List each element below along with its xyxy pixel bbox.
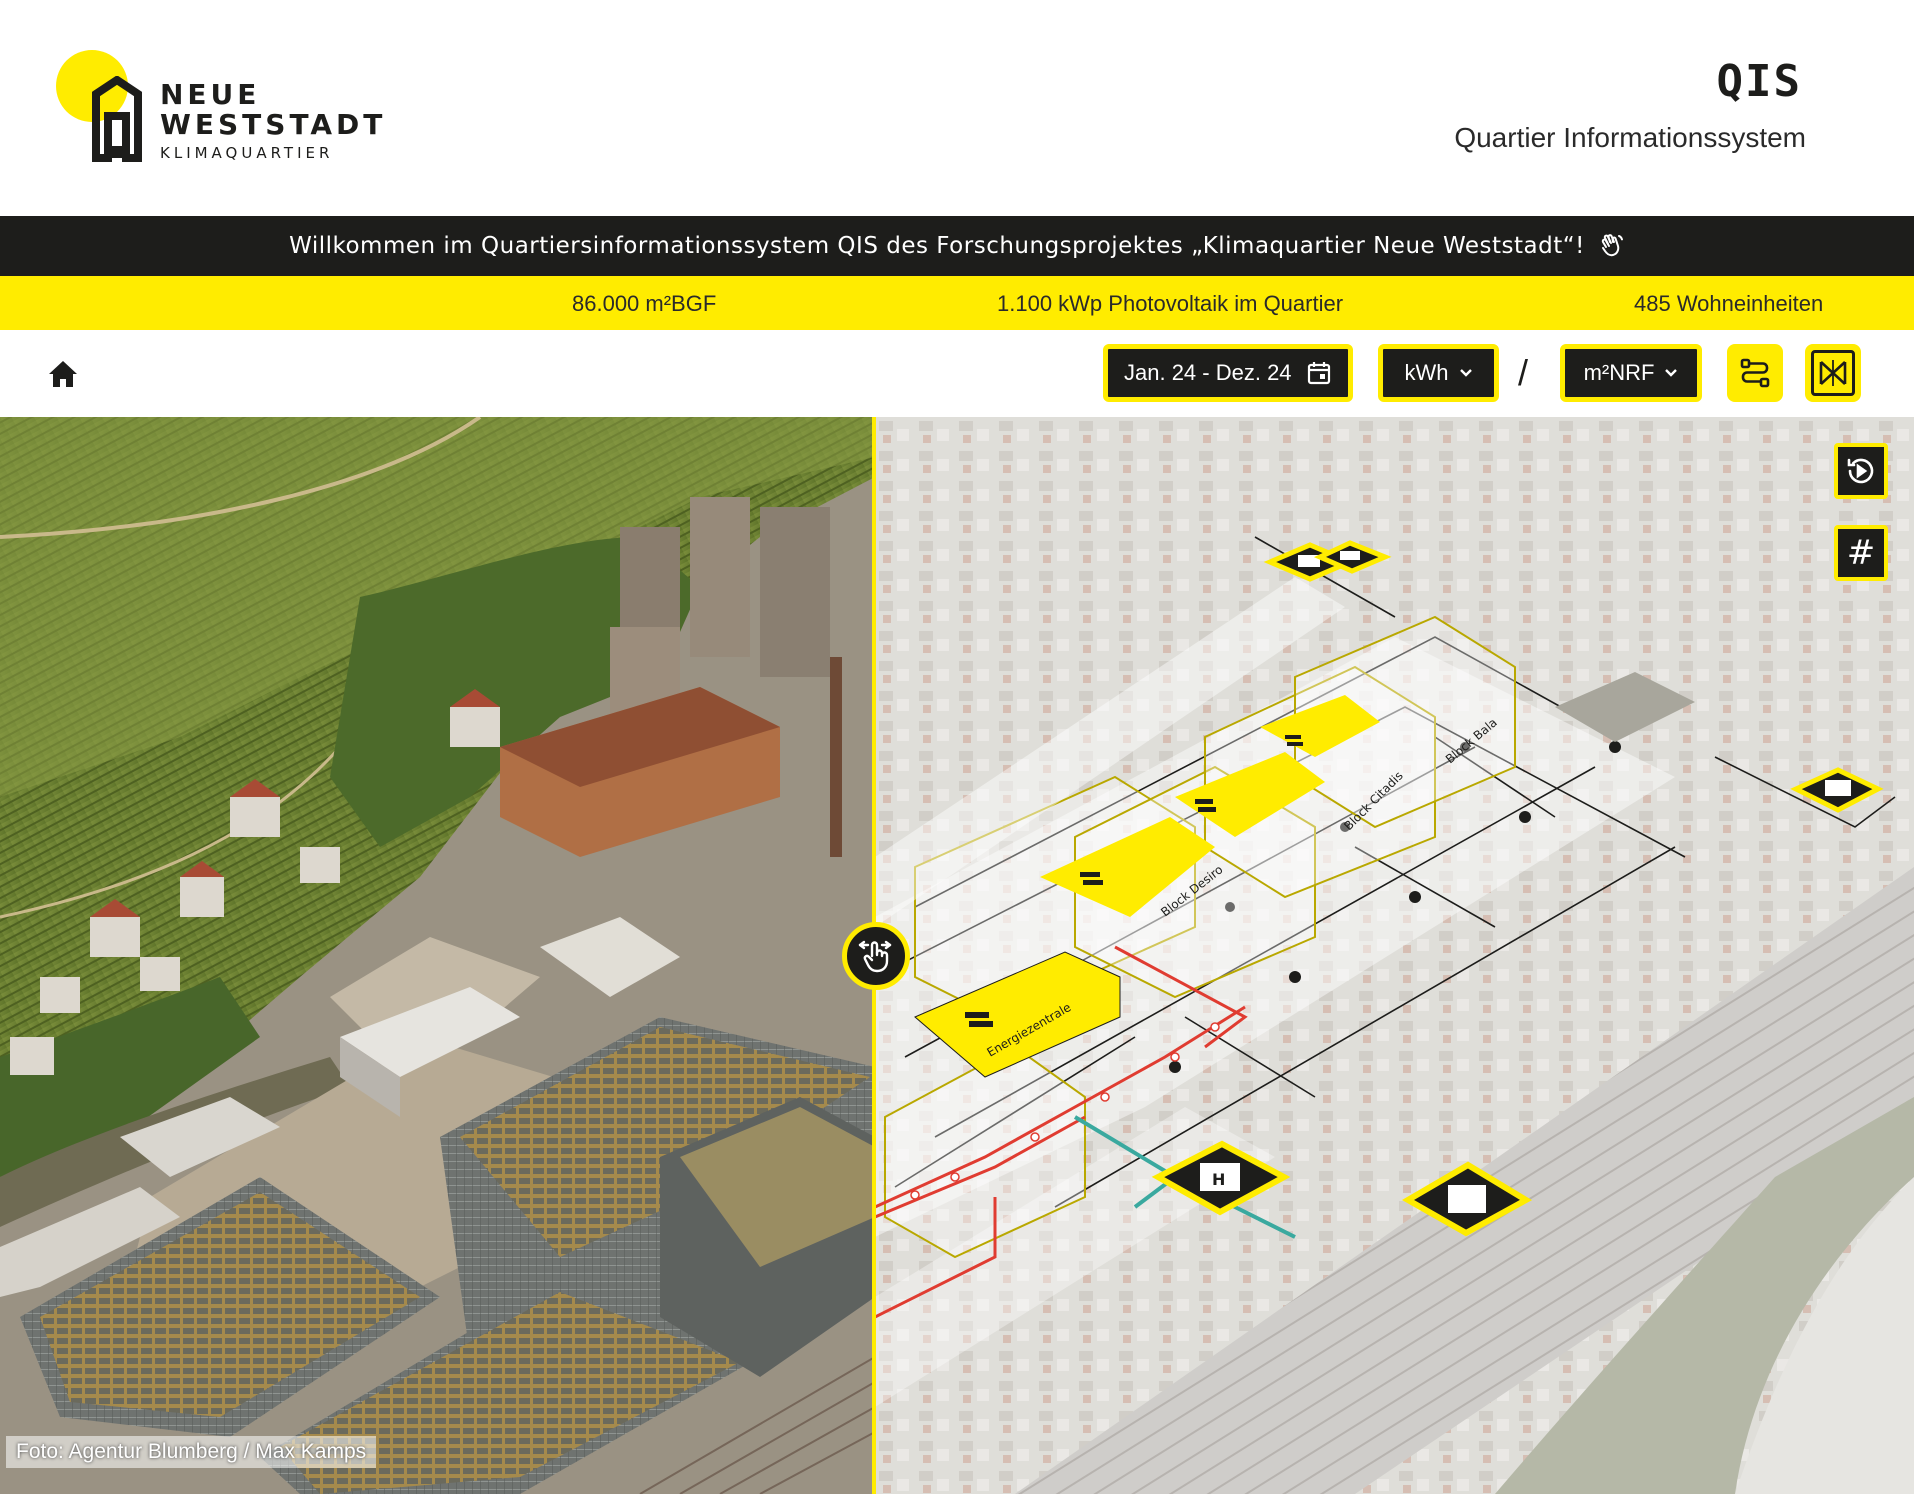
stat-housing-units: 485 Wohneinheiten [1634,291,1824,316]
neue-weststadt-logo[interactable]: NEUE WESTSTADT KLIMAQUARTIER [56,50,382,170]
logo-house-icon [92,76,142,162]
stats-bar: 86.000 m²BGF 1.100 kWp Photovoltaik im Q… [0,276,1914,330]
date-range-button[interactable]: Jan. 24 - Dez. 24 [1103,344,1353,402]
history-icon [1847,458,1874,484]
history-button[interactable] [1834,443,1888,499]
compare-icon [1819,360,1847,386]
compare-button[interactable] [1805,344,1861,402]
waving-hand-icon [1601,234,1623,257]
chevron-down-icon [1459,369,1472,377]
logo-text: NEUE WESTSTADT KLIMAQUARTIER [160,78,387,163]
date-range-label: Jan. 24 - Dez. 24 [1124,360,1292,385]
reference-area-label: m²NRF [1583,360,1655,385]
logo-line-weststadt: WESTSTADT [160,108,387,141]
poi-layer: H [1151,540,1884,1237]
grid-toggle-label: # [1846,533,1876,573]
poi-marker-chp[interactable]: H [1151,1140,1291,1216]
welcome-banner: Willkommen im Quartiersinformationssyste… [0,216,1914,276]
unit-dropdown[interactable]: kWh [1378,344,1499,402]
reference-area-dropdown[interactable]: m²NRF [1560,344,1702,402]
unit-separator: / [1518,352,1529,393]
swipe-handle[interactable] [842,922,910,990]
swipe-hand-icon [858,940,892,973]
stat-floor-area: 86.000 m²BGF [572,291,717,316]
compare-button-frame [1811,350,1855,396]
poi-marker-chiller[interactable] [1401,1161,1533,1237]
grid-toggle-button[interactable]: # [1834,525,1888,581]
home-icon[interactable] [46,358,80,390]
toolbar: Jan. 24 - Dez. 24 kWh / m²NRF [0,330,1914,417]
map-view[interactable]: Energiezentrale Block Desiro Block Citad… [0,417,1914,1494]
stat-photovoltaic: 1.100 kWp Photovoltaik im Quartier [997,291,1344,316]
unit-label: kWh [1404,360,1449,385]
chevron-down-icon [1665,369,1678,377]
poi-marker-east[interactable] [1790,767,1884,813]
route-icon [1740,358,1770,388]
logo-line-klimaquartier: KLIMAQUARTIER [160,144,334,162]
app-subtitle: Quartier Informationssystem [1454,122,1806,153]
calendar-icon [1307,362,1331,385]
header: NEUE WESTSTADT KLIMAQUARTIER QIS Quartie… [0,0,1914,216]
route-button[interactable] [1727,344,1783,402]
welcome-text: Willkommen im Quartiersinformationssyste… [289,233,1585,259]
photo-credit: Foto: Agentur Blumberg / Max Kamps [6,1436,377,1468]
svg-text:H: H [1212,1170,1225,1189]
logo-line-neue: NEUE [160,78,261,111]
app-title: QIS [1716,56,1802,107]
